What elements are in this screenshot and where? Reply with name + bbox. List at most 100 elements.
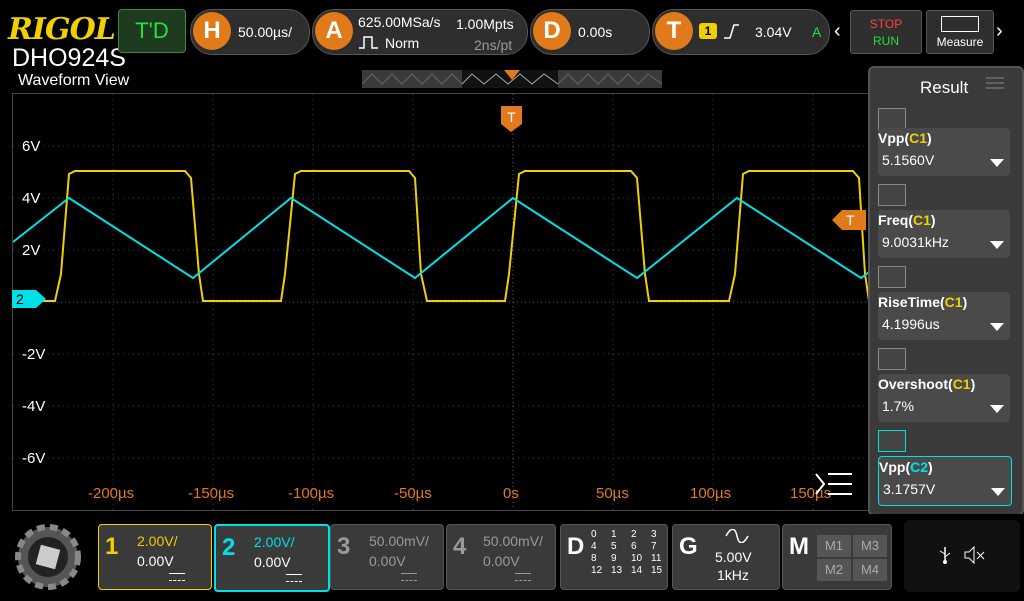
- channel-1-panel[interactable]: 1 2.00V/ 0.00V: [98, 524, 212, 590]
- digital-panel[interactable]: D 0123 4567 8 9 10 11 12 13 14 15: [560, 524, 668, 590]
- result-value: 3.1757V: [883, 481, 936, 497]
- chevron-right-icon[interactable]: ›: [996, 10, 1010, 52]
- digital-ch: 14: [631, 565, 643, 576]
- result-name: Vpp: [879, 459, 906, 475]
- math-panel[interactable]: M M1 M3 M2 M4: [782, 524, 892, 590]
- channel-scale: 2.00V/: [137, 533, 178, 549]
- digital-ch: 11: [651, 553, 662, 564]
- result-item[interactable]: Freq(C1) 9.0031kHz: [878, 210, 1010, 258]
- math-m4[interactable]: M4: [853, 559, 887, 581]
- generator-label: G: [679, 533, 698, 560]
- trigger-marker-label: T: [507, 109, 516, 125]
- ch2-offset-marker[interactable]: 2: [12, 290, 46, 308]
- stop-run-button[interactable]: STOP RUN: [850, 10, 922, 54]
- y-label: -4V: [22, 398, 46, 415]
- channel-2-panel[interactable]: 2 2.00V/ 0.00V: [214, 524, 330, 592]
- digital-ch: 15: [651, 565, 663, 576]
- channel-4-panel[interactable]: 4 50.00mV/ 0.00V: [446, 524, 556, 590]
- generator-frequency: 1kHz: [717, 567, 749, 583]
- channel-offset: 0.00V: [483, 553, 520, 569]
- channel-number: 2: [222, 534, 236, 561]
- math-m1[interactable]: M1: [817, 535, 851, 557]
- digital-ch: 4: [591, 541, 597, 552]
- result-source: C1: [909, 130, 928, 146]
- chevron-down-icon[interactable]: [990, 320, 1004, 338]
- digital-label: D: [567, 533, 585, 560]
- dc-coupling-icon: [515, 573, 531, 581]
- ch1-waveform: [13, 170, 869, 302]
- chevron-down-icon[interactable]: [991, 485, 1005, 503]
- chevron-left-icon[interactable]: ‹: [834, 10, 848, 52]
- waveform-grid[interactable]: [12, 93, 870, 511]
- ruler-icon: [941, 16, 979, 32]
- channel-scale: 2.00V/: [254, 534, 295, 550]
- chevron-down-icon[interactable]: [990, 238, 1004, 256]
- rising-edge-icon: [722, 22, 740, 45]
- digital-ch: 9: [611, 553, 617, 564]
- freq-measure-icon: [878, 184, 906, 206]
- digital-ch: 8: [591, 553, 597, 564]
- channel-offset: 0.00V: [137, 553, 174, 569]
- y-label: 4V: [22, 190, 41, 207]
- x-label: 100µs: [690, 485, 732, 502]
- td-button[interactable]: T'D: [118, 9, 186, 53]
- dc-coupling-icon: [401, 573, 417, 581]
- pulse-measure-icon: [878, 108, 906, 130]
- digital-ch: 3: [651, 529, 657, 540]
- mute-speaker-icon[interactable]: [964, 545, 986, 569]
- result-value: 4.1996us: [882, 316, 940, 332]
- trigger-icon: T: [655, 12, 693, 50]
- result-item[interactable]: RiseTime(C1) 4.1996us: [878, 292, 1010, 340]
- trigger-level-marker[interactable]: T: [832, 210, 866, 230]
- brand-logo: RIGOL: [8, 12, 116, 47]
- trigger-mode: A: [812, 24, 822, 40]
- digital-ch: 7: [651, 541, 657, 552]
- chevron-down-icon[interactable]: [990, 402, 1004, 420]
- y-label: 6V: [22, 138, 41, 155]
- result-source: C1: [952, 376, 971, 392]
- digital-ch: 2: [631, 529, 637, 540]
- trigger-level: 3.04V: [755, 24, 792, 40]
- stop-label: STOP: [869, 17, 903, 31]
- generator-amplitude: 5.00V: [715, 549, 752, 565]
- measure-button[interactable]: Measure: [926, 10, 994, 54]
- generator-panel[interactable]: G 5.00V 1kHz: [672, 524, 780, 590]
- channel-scale: 50.00mV/: [369, 533, 429, 549]
- math-m3[interactable]: M3: [853, 535, 887, 557]
- ch2-marker-label: 2: [16, 291, 24, 307]
- result-source: C1: [944, 294, 963, 310]
- trigger-time-marker[interactable]: T: [501, 106, 522, 132]
- model-name: DHO924S: [12, 44, 126, 72]
- measure-label: Measure: [936, 35, 984, 49]
- digital-ch: 5: [611, 541, 617, 552]
- risetime-measure-icon: [878, 266, 906, 288]
- result-source: C1: [913, 212, 931, 228]
- menu-icon[interactable]: [814, 470, 854, 503]
- sample-rate: 625.00MSa/s: [358, 14, 441, 30]
- timebase-value: 50.00µs/: [238, 24, 292, 40]
- channel-offset: 0.00V: [254, 554, 291, 570]
- run-label: RUN: [873, 34, 899, 48]
- dc-coupling-icon: [169, 573, 185, 581]
- result-item[interactable]: Overshoot(C1) 1.7%: [878, 374, 1010, 422]
- channel-number: 1: [105, 533, 119, 560]
- result-name: RiseTime: [878, 294, 940, 310]
- result-title: Result: [920, 78, 969, 97]
- overshoot-measure-icon: [878, 348, 906, 370]
- x-label: -50µs: [394, 485, 432, 502]
- math-m2[interactable]: M2: [817, 559, 851, 581]
- result-item[interactable]: Vpp(C1) 5.1560V: [878, 128, 1010, 176]
- y-label: 2V: [22, 242, 41, 259]
- list-icon[interactable]: [986, 76, 1004, 90]
- result-item-selected[interactable]: Vpp(C2) 3.1757V: [878, 456, 1012, 506]
- x-label: 50µs: [596, 485, 629, 502]
- chevron-down-icon[interactable]: [990, 156, 1004, 174]
- acquire-mode: Norm: [385, 35, 420, 51]
- acquire-icon: A: [315, 12, 353, 50]
- horizontal-icon: H: [193, 12, 231, 50]
- home-gear-icon[interactable]: [8, 518, 88, 596]
- channel-3-panel[interactable]: 3 50.00mV/ 0.00V: [330, 524, 444, 590]
- y-label: -6V: [22, 450, 46, 467]
- result-name: Overshoot: [878, 376, 949, 392]
- result-panel[interactable]: Result Vpp(C1) 5.1560V Freq(C1) 9.0031kH…: [868, 66, 1024, 516]
